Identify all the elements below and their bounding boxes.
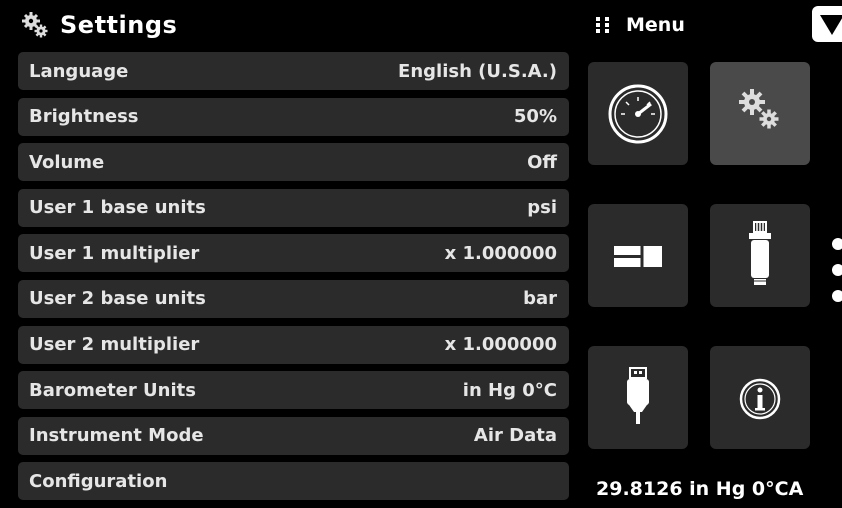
setting-label: Volume (29, 151, 105, 173)
setting-value: Air Data (473, 425, 557, 447)
setting-label: Barometer Units (29, 379, 196, 401)
page-indicator[interactable] (832, 238, 842, 316)
menu-title: Menu (626, 14, 685, 36)
transducer-icon (749, 221, 771, 285)
usb-icon (627, 367, 649, 424)
setting-volume[interactable]: Volume Off (18, 143, 569, 182)
gauge-tile[interactable] (588, 62, 688, 165)
triangle-down-icon (820, 15, 842, 35)
page-header: Settings (20, 10, 177, 40)
setting-value: bar (523, 288, 557, 310)
setting-value: x 1.000000 (444, 334, 557, 356)
setting-value: in Hg 0°C (462, 379, 557, 401)
settings-tile[interactable] (710, 62, 810, 165)
setting-label: User 1 multiplier (29, 242, 200, 264)
split-window-icon (614, 246, 662, 267)
setting-value: x 1.000000 (444, 242, 557, 264)
setting-label: Brightness (29, 106, 139, 128)
page-title: Settings (60, 11, 178, 39)
setting-user1-base-units[interactable]: User 1 base units psi (18, 188, 569, 227)
info-tile[interactable] (710, 346, 810, 449)
menu-header: Menu (596, 14, 685, 36)
setting-brightness[interactable]: Brightness 50% (18, 97, 569, 136)
settings-list: Language English (U.S.A.) Brightness 50%… (18, 52, 569, 508)
setting-label: Instrument Mode (29, 425, 204, 447)
setting-user2-multiplier[interactable]: User 2 multiplier x 1.000000 (18, 325, 569, 364)
gauge-icon (608, 84, 668, 144)
grip-icon (596, 17, 610, 33)
setting-label: User 1 base units (29, 197, 206, 219)
setting-value: English (U.S.A.) (398, 60, 557, 82)
setting-user1-multiplier[interactable]: User 1 multiplier x 1.000000 (18, 234, 569, 273)
barometer-reading: 29.8126 in Hg 0°CA (596, 478, 804, 500)
gears-icon (739, 89, 779, 129)
setting-value: Off (527, 151, 557, 173)
setting-label: Language (29, 60, 129, 82)
page-dot[interactable] (832, 290, 842, 302)
setting-user2-base-units[interactable]: User 2 base units bar (18, 279, 569, 318)
setting-barometer-units[interactable]: Barometer Units in Hg 0°C (18, 371, 569, 410)
setting-language[interactable]: Language English (U.S.A.) (18, 52, 569, 90)
setting-instrument-mode[interactable]: Instrument Mode Air Data (18, 416, 569, 455)
setting-label: User 2 base units (29, 288, 206, 310)
display-layout-tile[interactable] (588, 204, 688, 307)
page-dot[interactable] (832, 264, 842, 276)
usb-tile[interactable] (588, 346, 688, 449)
setting-label: Configuration (29, 470, 168, 492)
setting-value: psi (527, 197, 557, 219)
sensor-tile[interactable] (710, 204, 810, 307)
menu-dropdown-button[interactable] (812, 6, 842, 42)
setting-label: User 2 multiplier (29, 334, 200, 356)
setting-value: 50% (513, 106, 557, 128)
setting-configuration[interactable]: Configuration (18, 462, 569, 501)
page-dot[interactable] (832, 238, 842, 250)
gears-icon (22, 12, 48, 38)
info-icon (739, 378, 781, 420)
